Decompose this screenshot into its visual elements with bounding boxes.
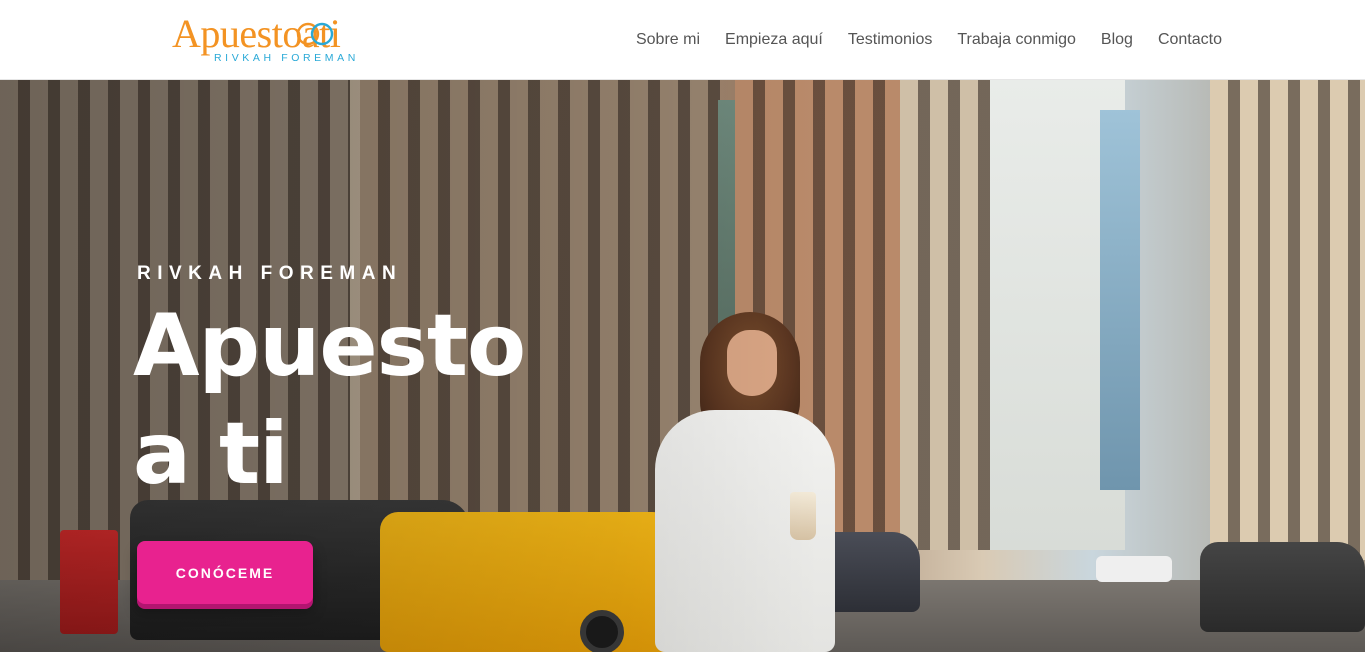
hero-section: RIVKAH FOREMAN Apuesto a ti CONÓCEME — [0, 80, 1365, 652]
logo-rings-icon — [296, 22, 334, 46]
hero-kicker: RIVKAH FOREMAN — [137, 263, 403, 284]
conoceme-button[interactable]: CONÓCEME — [137, 541, 313, 604]
nav-item-blog[interactable]: Blog — [1101, 31, 1133, 49]
site-header: Apuestoati RIVKAH FOREMAN Sobre mi Empie… — [0, 0, 1365, 80]
hero-title-line1: Apuesto — [133, 296, 526, 396]
nav-item-empieza-aqui[interactable]: Empieza aquí — [725, 31, 823, 49]
nav-item-testimonios[interactable]: Testimonios — [848, 31, 932, 49]
main-nav: Sobre mi Empieza aquí Testimonios Trabaj… — [636, 0, 1222, 80]
nav-item-sobre-mi[interactable]: Sobre mi — [636, 31, 700, 49]
site-logo[interactable]: Apuestoati RIVKAH FOREMAN — [172, 12, 367, 68]
nav-item-contacto[interactable]: Contacto — [1158, 31, 1222, 49]
hero-title: Apuesto a ti — [133, 292, 526, 508]
hero-title-line2: a ti — [133, 404, 289, 504]
logo-subtitle: RIVKAH FOREMAN — [214, 52, 359, 64]
nav-item-trabaja-conmigo[interactable]: Trabaja conmigo — [957, 31, 1076, 49]
